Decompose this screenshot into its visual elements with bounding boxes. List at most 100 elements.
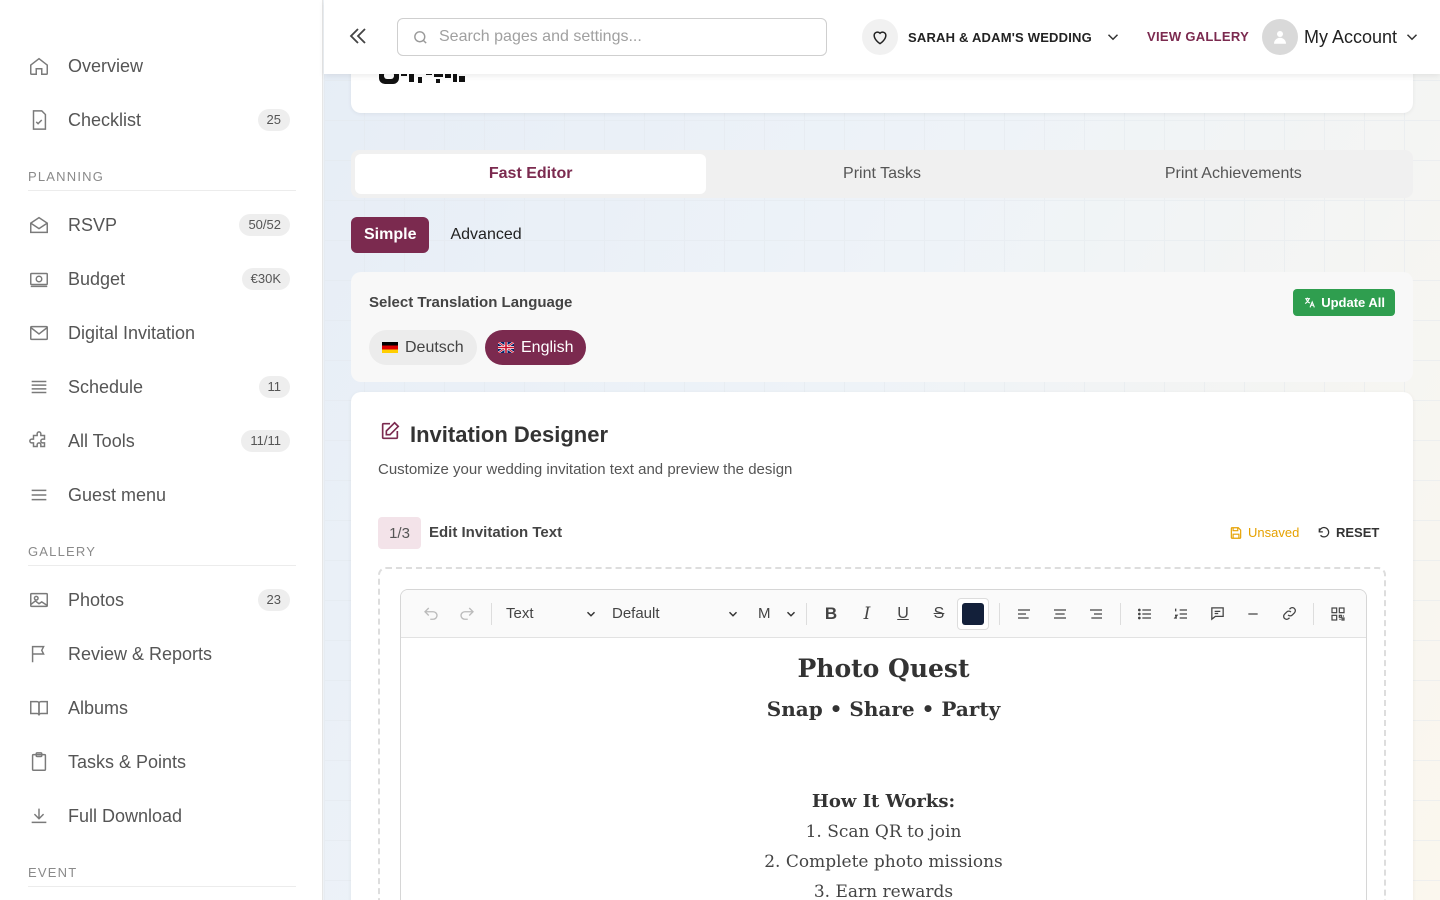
mail-icon: [28, 321, 60, 345]
sidebar-item-label: RSVP: [68, 214, 118, 235]
strikethrough-icon: S: [933, 604, 945, 622]
undo-icon: [424, 607, 438, 620]
editor-content[interactable]: Photo Quest Snap • Share • Party How It …: [401, 654, 1366, 900]
collapse-sidebar-button[interactable]: [346, 24, 372, 50]
undo-button[interactable]: [413, 598, 449, 630]
redo-button[interactable]: [449, 598, 485, 630]
user-icon: [1274, 31, 1286, 44]
tab-print-achievements[interactable]: Print Achievements: [1058, 154, 1409, 194]
undo-icon: [1318, 526, 1330, 538]
banknote-icon: [28, 267, 60, 291]
align-center-button[interactable]: [1042, 598, 1078, 630]
link-button[interactable]: [1271, 598, 1307, 630]
font-select[interactable]: Default: [612, 605, 740, 622]
clipboard-icon: [28, 750, 60, 774]
tab-fast-editor[interactable]: Fast Editor: [355, 154, 707, 194]
advanced-mode-button[interactable]: Advanced: [437, 217, 534, 253]
sidebar-item-label: Albums: [68, 697, 129, 718]
block-type-select[interactable]: Text: [506, 605, 598, 622]
comment-button[interactable]: [1199, 598, 1235, 630]
count-badge: €30K: [241, 268, 290, 290]
search-box[interactable]: [397, 18, 827, 56]
update-all-label: Update All: [1321, 295, 1385, 310]
numbered-list-icon: [1173, 608, 1187, 619]
language-option-deutsch[interactable]: Deutsch: [369, 330, 477, 365]
sidebar-item-tasks-points[interactable]: Tasks & Points: [28, 742, 290, 782]
section-heading-event: EVENT: [28, 865, 296, 887]
sidebar-item-full-download[interactable]: Full Download: [28, 796, 290, 836]
chevron-down-icon: [728, 611, 738, 617]
sidebar-item-schedule[interactable]: Schedule 11: [28, 367, 290, 407]
book-open-icon: [28, 696, 60, 720]
sidebar-item-label: Schedule: [68, 376, 144, 397]
tab-print-tasks[interactable]: Print Tasks: [706, 154, 1057, 194]
bullet-list-button[interactable]: [1127, 598, 1163, 630]
font-size-select[interactable]: M: [758, 605, 798, 622]
sidebar-item-label: Photos: [68, 589, 125, 610]
sidebar-item-label: Review & Reports: [68, 643, 213, 664]
edit-icon: [381, 421, 400, 440]
language-option-label: Deutsch: [405, 338, 464, 356]
link-icon: [1282, 607, 1296, 620]
horizontal-rule-button[interactable]: [1235, 598, 1271, 630]
text-color-picker[interactable]: [957, 597, 989, 630]
align-center-icon: [1054, 608, 1066, 619]
how-it-works-heading: How It Works:: [811, 791, 956, 812]
align-left-icon: [1018, 608, 1030, 619]
qr-code-button[interactable]: [1320, 598, 1356, 630]
sidebar-item-guest-menu[interactable]: Guest menu: [28, 475, 290, 515]
section-heading-planning: PLANNING: [28, 169, 296, 191]
count-badge: 25: [257, 109, 290, 131]
sidebar-item-review-reports[interactable]: Review & Reports: [28, 634, 290, 674]
align-left-button[interactable]: [1006, 598, 1042, 630]
translate-icon: [1305, 297, 1316, 308]
simple-mode-button[interactable]: Simple: [351, 217, 430, 253]
sidebar-item-rsvp[interactable]: RSVP 50/52: [28, 205, 290, 245]
sidebar-item-budget[interactable]: Budget €30K: [28, 259, 290, 299]
reset-button[interactable]: RESET: [1317, 525, 1379, 540]
search-icon: [414, 30, 427, 44]
image-icon: [28, 588, 60, 612]
italic-button[interactable]: I: [849, 598, 885, 630]
language-option-english[interactable]: English: [485, 330, 587, 365]
sidebar-item-checklist[interactable]: Checklist 25: [28, 100, 290, 140]
minus-icon: [1248, 612, 1258, 615]
toolbar-divider: [1120, 602, 1121, 625]
underline-icon: U: [897, 604, 909, 622]
language-option-label: English: [521, 338, 574, 356]
sidebar-item-all-tools[interactable]: All Tools 11/11: [28, 421, 290, 461]
sidebar-item-label: Checklist: [68, 109, 142, 130]
chevron-down-icon: [1407, 34, 1418, 41]
list-item: 3. Earn rewards: [813, 882, 954, 900]
translation-language-card: Select Translation Language Update All D…: [351, 272, 1413, 382]
editor-toolbar: Text Default M B I U S: [401, 590, 1366, 638]
sidebar-item-photos[interactable]: Photos 23: [28, 580, 290, 620]
chevron-down-icon: [1107, 34, 1118, 41]
strikethrough-button[interactable]: S: [921, 598, 957, 630]
account-menu[interactable]: My Account: [1262, 18, 1421, 56]
numbered-list-button[interactable]: [1163, 598, 1199, 630]
sidebar-item-overview[interactable]: Overview: [28, 46, 290, 86]
event-selector[interactable]: SARAH & ADAM'S WEDDING: [862, 18, 1122, 56]
align-right-button[interactable]: [1078, 598, 1114, 630]
sidebar-item-albums[interactable]: Albums: [28, 688, 290, 728]
bold-button[interactable]: B: [813, 598, 849, 630]
color-swatch: [962, 602, 984, 625]
download-icon: [28, 804, 60, 828]
search-input[interactable]: [439, 28, 799, 46]
editor-dropzone: Text Default M B I U S Photo Quest Snap …: [378, 567, 1386, 900]
update-all-button[interactable]: Update All: [1293, 289, 1395, 316]
message-icon: [1210, 607, 1224, 621]
unsaved-label: Unsaved: [1248, 525, 1300, 540]
designer-title: Invitation Designer: [410, 422, 609, 447]
event-name: SARAH & ADAM'S WEDDING: [908, 29, 1092, 45]
view-gallery-link[interactable]: VIEW GALLERY: [1147, 29, 1249, 44]
qr-code-icon: [1331, 606, 1345, 621]
underline-button[interactable]: U: [885, 598, 921, 630]
toolbar-divider: [999, 602, 1000, 625]
sidebar-item-digital-invitation[interactable]: Digital Invitation: [28, 313, 290, 353]
main-content: Fast Editor Print Tasks Print Achievemen…: [324, 0, 1440, 900]
account-label: My Account: [1304, 26, 1398, 47]
list-item: 2. Complete photo missions: [764, 852, 1003, 872]
uk-flag-icon: [498, 342, 514, 353]
